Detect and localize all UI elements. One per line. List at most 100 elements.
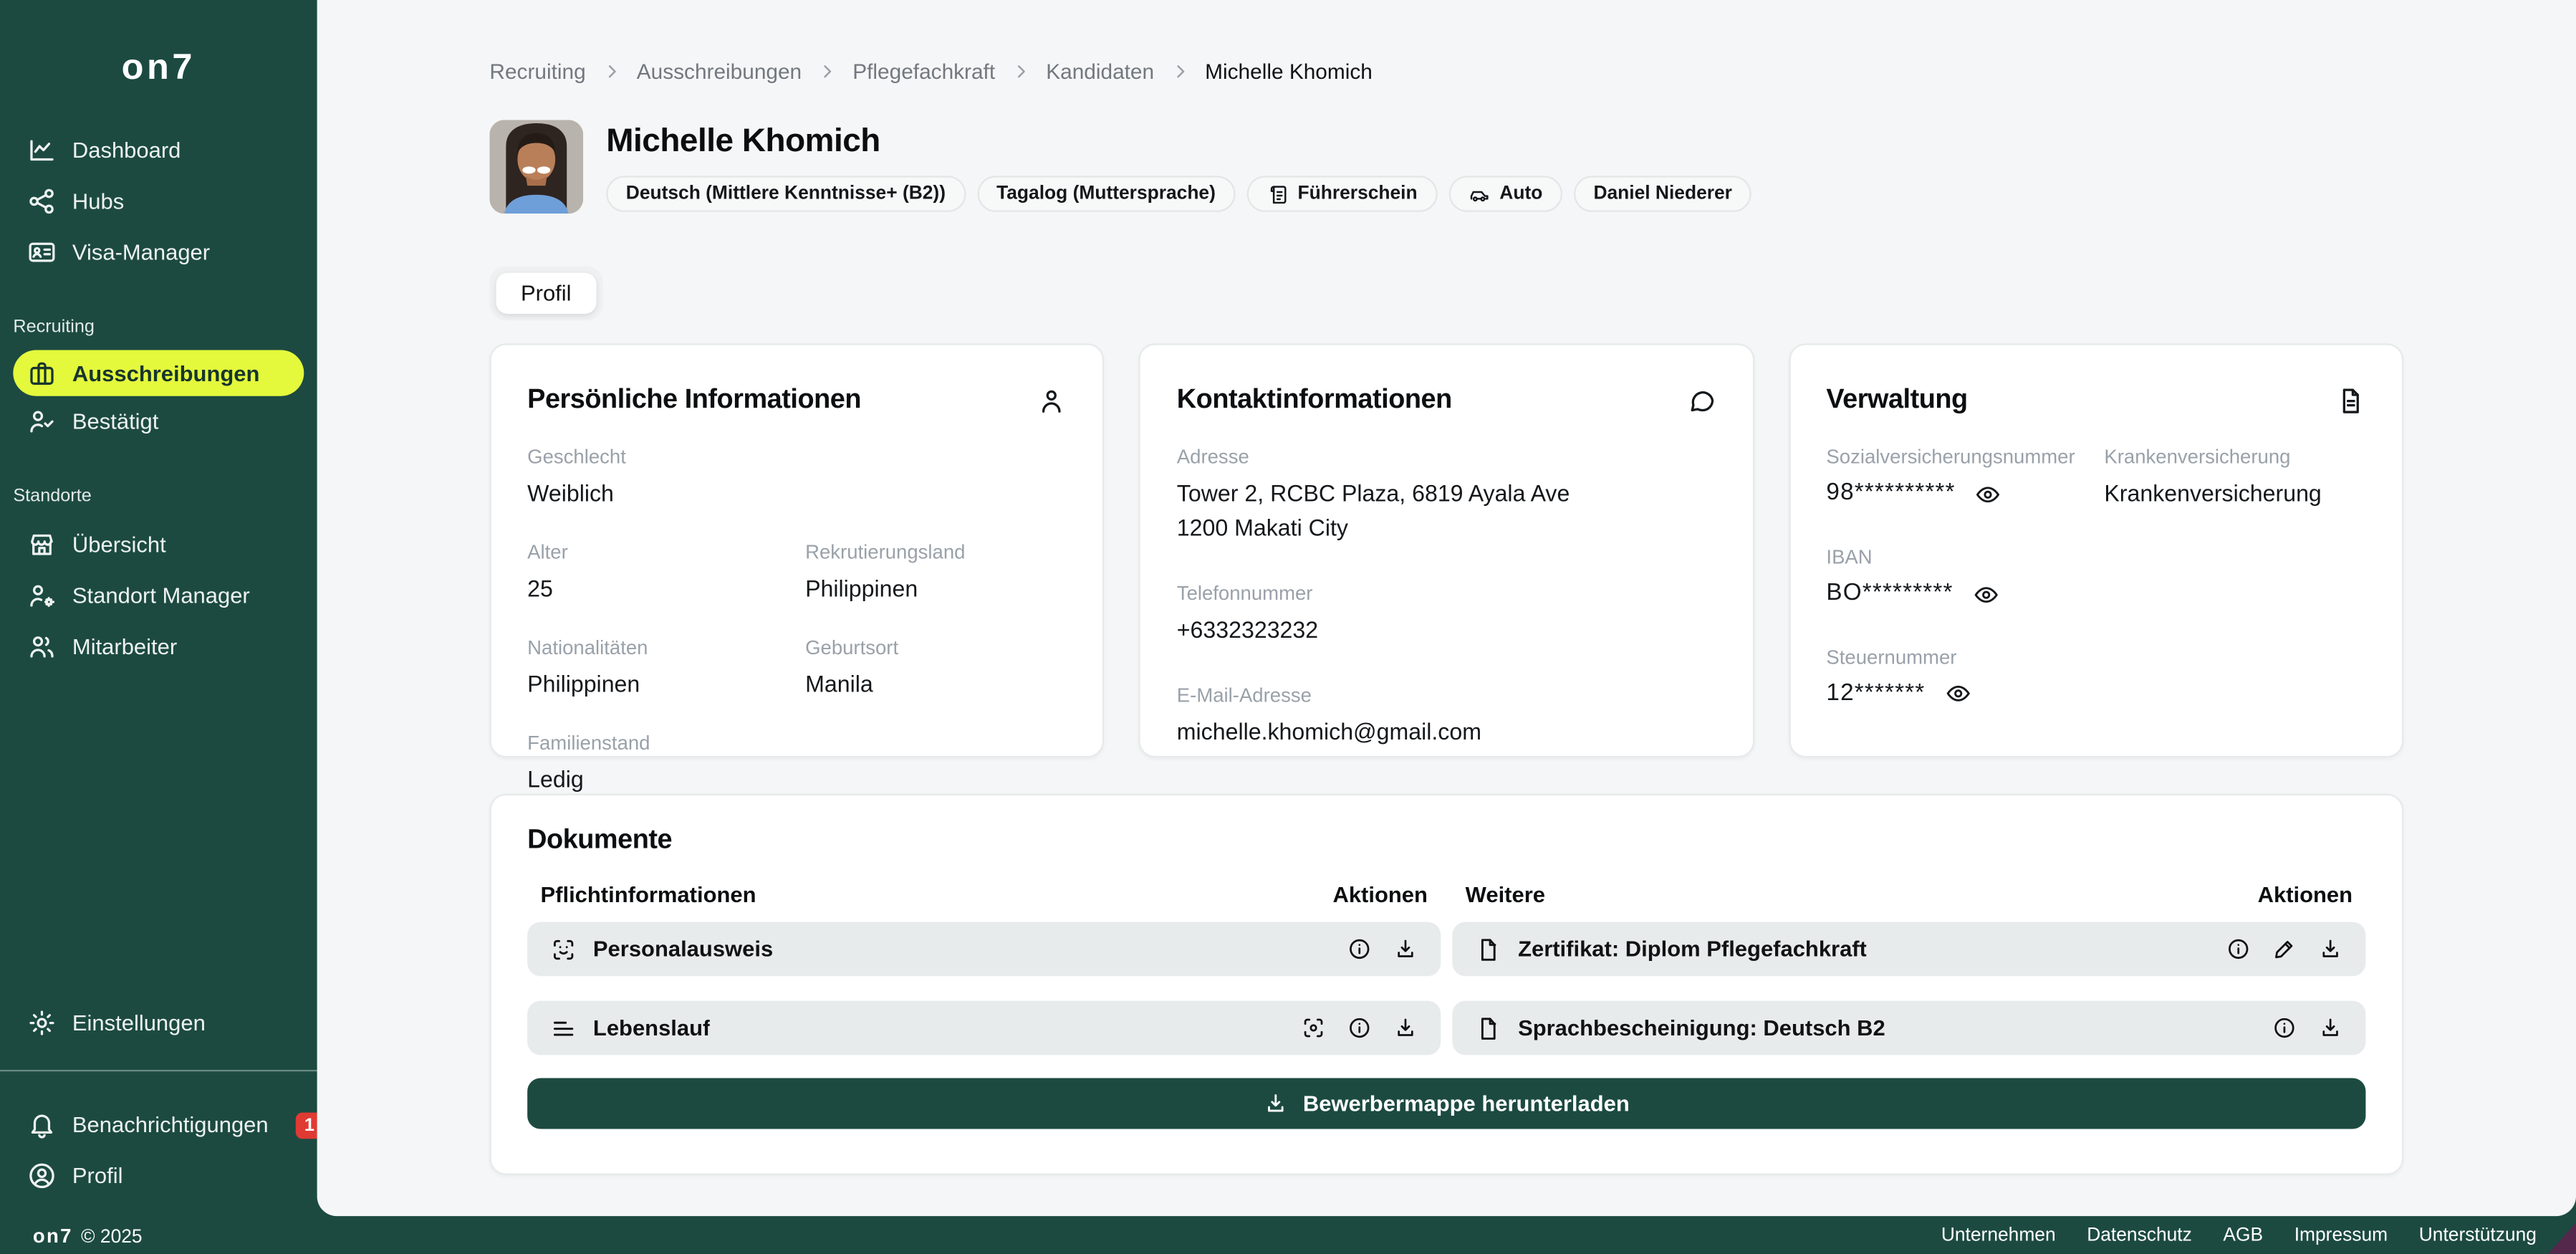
field-telefonnummer: Telefonnummer +6332323232 [1177,582,1716,648]
download-button-label: Bewerbermappe herunterladen [1303,1091,1630,1116]
file-icon [1475,936,1501,962]
field-label: Familienstand [527,732,1067,755]
document-row-lebenslauf: Lebenslauf [527,1001,1441,1056]
briefcase-icon [27,358,58,389]
footer-link-unterstuetzung[interactable]: Unterstützung [2419,1225,2537,1245]
breadcrumb-ausschreibungen[interactable]: Ausschreibungen [637,59,802,84]
app-root: on7 Dashboard Hubs Visa-Manager Recruiti… [0,0,2576,1254]
sidebar-item-label: Visa-Manager [72,240,210,264]
footer-link-unternehmen[interactable]: Unternehmen [1941,1225,2056,1245]
breadcrumb-pflegefachkraft[interactable]: Pflegefachkraft [852,59,995,84]
field-alter: Alter 25 [527,541,789,607]
footer-links: Unternehmen Datenschutz AGB Impressum Un… [1941,1225,2537,1245]
sidebar-spacer [0,672,317,997]
sidebar-item-benachrichtigungen[interactable]: Benachrichtigungen 1 [0,1099,317,1150]
field-adresse: Adresse Tower 2, RCBC Plaza, 6819 Ayala … [1177,446,1716,546]
profile-header: Michelle Khomich Deutsch (Mittlere Kennt… [489,120,2403,214]
sidebar-item-standort-manager[interactable]: Standort Manager [0,570,317,621]
user-circle-icon [27,1160,58,1192]
card-title: Kontaktinformationen [1177,385,1452,416]
sidebar-item-profil[interactable]: Profil [0,1150,317,1201]
chevron-right-icon [602,62,620,80]
field-value: 25 [527,572,789,606]
field-label: Sozialversicherungsnummer [1826,446,2087,469]
id-card-icon [27,236,58,268]
breadcrumb-recruiting[interactable]: Recruiting [489,59,585,84]
page-title: Michelle Khomich [606,123,1751,161]
info-cards-row: Persönliche Informationen Geschlecht Wei… [489,343,2403,757]
sidebar-item-uebersicht[interactable]: Übersicht [0,520,317,570]
tab-profil[interactable]: Profil [496,273,596,314]
badge-label: Deutsch (Mittlere Kenntnisse+ (B2)) [626,184,946,204]
field-label: Krankenversicherung [2104,446,2365,469]
field-label: Steuernummer [1826,645,2365,668]
reveal-svn-button[interactable] [1975,482,2001,508]
documents-column-weitere: Weitere Aktionen Zertifikat: Diplom Pfle… [1452,883,2365,1056]
store-icon [27,529,58,560]
download-icon[interactable] [1393,937,1418,961]
car-icon [1469,183,1490,205]
field-geschlecht: Geschlecht Weiblich [527,446,1067,512]
sidebar-item-dashboard[interactable]: Dashboard [0,125,317,176]
badge-label: Führerschein [1298,184,1418,204]
info-icon[interactable] [1347,1015,1372,1040]
edit-icon[interactable] [2272,937,2297,961]
field-krankenversicherung: Krankenversicherung Krankenversicherung [2104,446,2365,512]
main-content: Recruiting Ausschreibungen Pflegefachkra… [317,0,2576,1216]
field-rekrutierungsland: Rekrutierungsland Philippinen [805,541,1067,607]
info-icon[interactable] [2226,937,2251,961]
sidebar-section-standorte: Standorte [0,487,317,507]
language-badge-tagalog: Tagalog (Muttersprache) [977,176,1236,211]
sidebar-item-bestaetigt[interactable]: Bestätigt [0,396,317,447]
reveal-steuernummer-button[interactable] [1945,681,1971,707]
field-familienstand: Familienstand Ledig [527,732,1067,798]
document-label: Lebenslauf [593,1015,710,1040]
reveal-iban-button[interactable] [1973,581,1999,608]
field-geburtsort: Geburtsort Manila [805,636,1067,702]
app-logo: on7 [122,46,196,89]
sidebar-item-hubs[interactable]: Hubs [0,176,317,226]
gear-icon [27,1007,58,1039]
field-label: Nationalitäten [527,636,789,659]
sidebar-item-label: Ausschreibungen [72,360,260,385]
sidebar-item-label: Hubs [72,189,124,214]
breadcrumb-current: Michelle Khomich [1205,59,1373,84]
footer-copyright-text: © 2025 [81,1227,142,1247]
sidebar-item-visa-manager[interactable]: Visa-Manager [0,226,317,277]
breadcrumb-kandidaten[interactable]: Kandidaten [1046,59,1154,84]
field-label: Telefonnummer [1177,582,1716,605]
field-iban: IBAN BO********* [1826,545,2365,612]
sidebar-item-label: Benachrichtigungen [72,1113,269,1137]
language-badge-deutsch: Deutsch (Mittlere Kenntnisse+ (B2)) [606,176,965,211]
footer-link-agb[interactable]: AGB [2223,1225,2263,1245]
field-nationalitaeten: Nationalitäten Philippinen [527,636,789,702]
field-value: Philippinen [805,572,1067,606]
download-bewerbermappe-button[interactable]: Bewerbermappe herunterladen [527,1078,2365,1129]
sidebar-item-ausschreibungen[interactable]: Ausschreibungen [13,350,304,396]
sidebar-item-mitarbeiter[interactable]: Mitarbeiter [0,621,317,672]
field-value: Manila [805,667,1067,702]
profile-header-text: Michelle Khomich Deutsch (Mittlere Kennt… [606,120,1751,214]
field-value: 1200 Makati City [1177,511,1716,545]
scan-image-icon[interactable] [1301,1015,1325,1040]
field-label: Adresse [1177,446,1716,469]
actions-header: Aktionen [1332,883,1427,907]
download-icon[interactable] [1393,1015,1418,1040]
auto-badge: Auto [1448,176,1562,211]
field-label: Alter [527,541,789,564]
card-contact-info: Kontaktinformationen Adresse Tower 2, RC… [1139,343,1754,757]
download-icon[interactable] [2318,1015,2342,1040]
footer-link-impressum[interactable]: Impressum [2294,1225,2388,1245]
field-label: Geschlecht [527,446,1067,469]
download-icon[interactable] [2318,937,2342,961]
tab-bar: Profil [489,267,602,321]
sidebar-item-einstellungen[interactable]: Einstellungen [0,997,317,1048]
sidebar-item-label: Übersicht [72,532,166,557]
masked-value: 12******* [1826,676,1925,712]
field-steuernummer: Steuernummer 12******* [1826,645,2365,712]
sidebar-item-label: Einstellungen [72,1010,206,1035]
info-icon[interactable] [1347,937,1372,961]
field-value: Philippinen [527,667,789,702]
footer-link-datenschutz[interactable]: Datenschutz [2087,1225,2192,1245]
info-icon[interactable] [2272,1015,2297,1040]
